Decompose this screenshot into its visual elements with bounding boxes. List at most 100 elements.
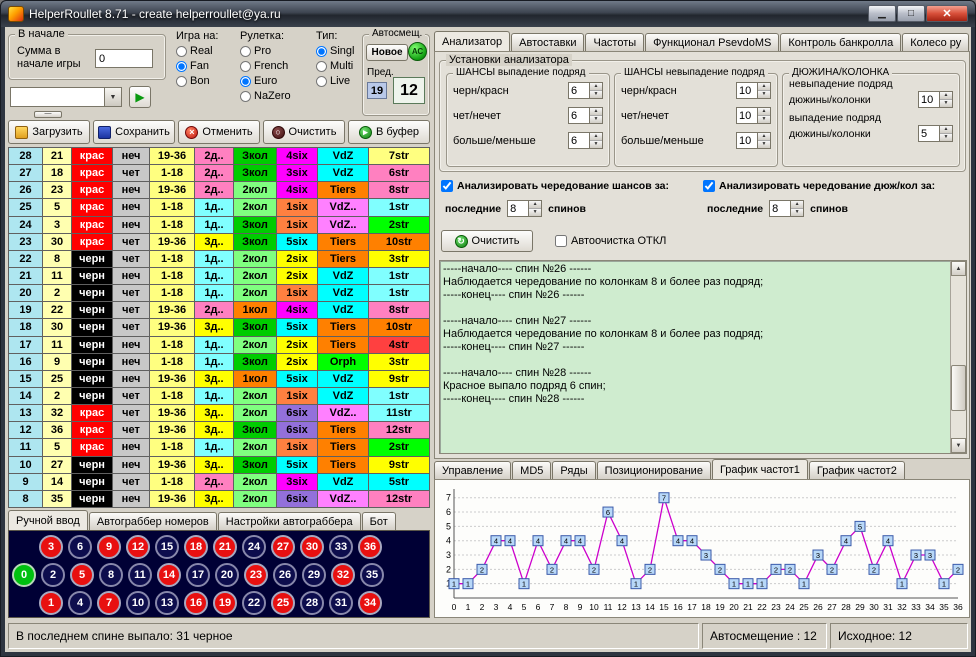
table-cell[interactable]: 5 [43,199,72,216]
table-cell[interactable]: 7str [369,148,430,165]
table-cell[interactable]: 5six [277,457,318,474]
table-cell[interactable]: 21 [9,268,43,285]
table-cell[interactable]: 19-36 [150,234,195,251]
start-sum-input[interactable] [95,49,153,68]
table-cell[interactable]: 1д.. [195,217,234,234]
table-cell[interactable]: крас [72,217,113,234]
table-cell[interactable]: чет [113,165,150,182]
table-cell[interactable]: крас [72,148,113,165]
table-cell[interactable]: 1-18 [150,251,195,268]
preset-combobox[interactable]: ▼ [10,87,122,107]
table-cell[interactable]: 3д.. [195,405,234,422]
table-cell[interactable]: черн [72,319,113,336]
table-cell[interactable]: 9 [9,474,43,491]
group0-row0-spinner-up-icon[interactable]: ▲ [590,83,602,91]
table-cell[interactable]: 8str [369,182,430,199]
table-cell[interactable]: VdZ [318,371,369,388]
pad-number-14[interactable]: 14 [157,563,181,587]
table-cell[interactable]: Orph [318,354,369,371]
table-cell[interactable]: 24 [9,217,43,234]
toolbar-button-5[interactable]: ▸В буфер [348,120,430,144]
pad-number-23[interactable]: 23 [244,563,268,587]
type-option-live[interactable]: Live [316,74,354,88]
group1-row0-spinner-down-icon[interactable]: ▼ [758,91,770,98]
autoclean-checkbox[interactable] [555,235,567,247]
pad-number-3[interactable]: 3 [39,535,63,559]
right-tab-3[interactable]: Частоты [585,33,644,51]
roulette-radio-euro[interactable] [240,76,251,87]
table-cell[interactable]: 2д.. [195,182,234,199]
table-cell[interactable]: 2six [277,251,318,268]
table-cell[interactable]: 1six [277,388,318,405]
table-cell[interactable]: 1-18 [150,388,195,405]
alt-dozens-spinner-up-icon[interactable]: ▲ [791,201,803,209]
table-cell[interactable]: Зкол [234,148,277,165]
table-cell[interactable]: 8 [9,491,43,508]
pad-number-35[interactable]: 35 [360,563,384,587]
table-cell[interactable]: неч [113,457,150,474]
table-cell[interactable]: 13 [9,405,43,422]
table-cell[interactable]: 1str [369,388,430,405]
table-cell[interactable]: 21 [43,148,72,165]
dozen-hit-spinner-down-icon[interactable]: ▼ [940,134,952,141]
right-tab-2[interactable]: Автоставки [511,33,584,51]
table-cell[interactable]: 2str [369,217,430,234]
table-cell[interactable]: 2 [43,285,72,302]
table-cell[interactable]: 27 [43,457,72,474]
table-cell[interactable]: VdZ [318,165,369,182]
pad-number-31[interactable]: 31 [329,591,353,615]
table-cell[interactable]: 23 [9,234,43,251]
pad-number-25[interactable]: 25 [271,591,295,615]
table-cell[interactable]: 3д.. [195,457,234,474]
group1-row1-spinner-input[interactable] [737,108,757,123]
table-cell[interactable]: черн [72,457,113,474]
table-cell[interactable]: 2кол [234,405,277,422]
table-cell[interactable]: 19-36 [150,148,195,165]
right-tab-5[interactable]: Контроль банкролла [780,33,901,51]
pad-number-8[interactable]: 8 [99,563,123,587]
game-option-fan[interactable]: Fan [176,59,218,73]
table-cell[interactable]: 3д.. [195,491,234,508]
pad-number-29[interactable]: 29 [302,563,326,587]
roulette-radio-nazero[interactable] [240,91,251,102]
group0-row1-spinner-up-icon[interactable]: ▲ [590,108,602,116]
pad-number-20[interactable]: 20 [215,563,239,587]
table-cell[interactable]: 19-36 [150,319,195,336]
table-cell[interactable]: 9 [43,354,72,371]
group1-row1-spinner-up-icon[interactable]: ▲ [758,108,770,116]
table-cell[interactable]: Зкол [234,422,277,439]
pad-number-30[interactable]: 30 [300,535,324,559]
toolbar-button-3[interactable]: ×Отменить [178,120,260,144]
group1-row0-spinner-up-icon[interactable]: ▲ [758,83,770,91]
dozen-miss-spinner-down-icon[interactable]: ▼ [940,100,952,107]
table-cell[interactable]: 18 [9,319,43,336]
table-cell[interactable]: 11str [369,405,430,422]
chevron-down-icon[interactable]: ▼ [104,88,121,106]
table-cell[interactable]: 1str [369,285,430,302]
table-cell[interactable]: 1д.. [195,285,234,302]
table-cell[interactable]: Tiers [318,182,369,199]
scroll-up-icon[interactable]: ▲ [951,261,966,276]
close-button[interactable]: ✕ [926,5,968,22]
table-cell[interactable]: 6six [277,491,318,508]
table-cell[interactable]: 19-36 [150,182,195,199]
table-cell[interactable]: 14 [43,474,72,491]
table-cell[interactable]: 30 [43,234,72,251]
table-cell[interactable]: Tiers [318,457,369,474]
left-tab-2[interactable]: Автограббер номеров [89,512,217,530]
table-cell[interactable]: 1кол [234,302,277,319]
log-scrollbar[interactable]: ▲ ▼ [950,261,966,453]
analyzer-clear-button[interactable]: ↻ Очистить [441,230,533,252]
table-cell[interactable]: Tiers [318,422,369,439]
table-cell[interactable]: 1-18 [150,165,195,182]
dozen-hit-spinner-up-icon[interactable]: ▲ [940,126,952,134]
bottom-tab-2[interactable]: MD5 [512,461,551,479]
table-cell[interactable]: 1д.. [195,268,234,285]
table-cell[interactable]: крас [72,234,113,251]
dozen-miss-spinner-input[interactable] [919,92,939,107]
group0-row0-spinner-down-icon[interactable]: ▼ [590,91,602,98]
table-cell[interactable]: черн [72,491,113,508]
table-cell[interactable]: Зкол [234,354,277,371]
table-cell[interactable]: 2кол [234,388,277,405]
table-cell[interactable]: VdZ.. [318,217,369,234]
